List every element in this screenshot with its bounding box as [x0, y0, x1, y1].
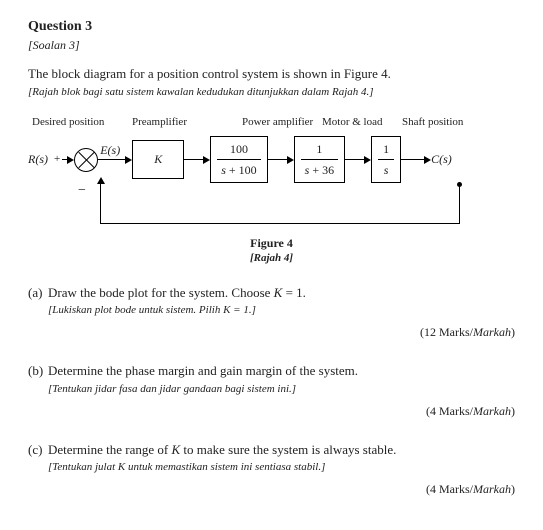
block-diagram: Desired position Preamplifier Power ampl…	[28, 115, 515, 265]
signal-input: R(s)	[28, 151, 48, 167]
signal-plus: +	[54, 152, 60, 167]
power-denominator: s + 100	[217, 161, 260, 178]
part-sub: [Tentukan julat K untuk memastikan siste…	[48, 460, 515, 475]
part-letter: (b)	[28, 362, 43, 380]
marks-end: )	[511, 482, 515, 496]
pickoff-node	[457, 182, 462, 187]
part-letter: (a)	[28, 284, 42, 302]
marks-end: )	[511, 404, 515, 418]
figure-caption-sub: [Rajah 4]	[28, 251, 515, 266]
question-intro-sub: [Rajah blok bagi satu sistem kawalan ked…	[28, 85, 515, 100]
part-sub: [Lukiskan plot bode untuk sistem. Pilih …	[48, 303, 515, 318]
question-parts: (a) Draw the bode plot for the system. C…	[28, 284, 515, 498]
marks-it: Markah	[473, 404, 511, 418]
diagram-labels: Desired position Preamplifier Power ampl…	[32, 115, 515, 130]
part-marks: (4 Marks/Markah)	[48, 481, 515, 497]
block-k-label: K	[154, 152, 162, 166]
part-text: Draw the bode plot for the system. Choos…	[48, 285, 306, 300]
part-text: Determine the range of K to make sure th…	[48, 442, 396, 457]
feedback-line	[100, 223, 460, 224]
part-text: Determine the phase margin and gain marg…	[48, 363, 358, 378]
signal-error: E(s)	[100, 142, 120, 158]
marks-it: Markah	[473, 482, 511, 496]
block-preamplifier: K	[132, 140, 184, 178]
question-intro: The block diagram for a position control…	[28, 65, 515, 83]
signal-minus: −	[78, 182, 86, 201]
arrow-icon	[125, 156, 132, 164]
part-a: (a) Draw the bode plot for the system. C…	[28, 284, 515, 341]
integ-numerator: 1	[378, 141, 394, 159]
signal-output: C(s)	[431, 151, 452, 167]
feedback-path: −	[84, 183, 503, 229]
question-title-sub: [Soalan 3]	[28, 37, 515, 53]
marks-pre: (4 Marks/	[426, 482, 473, 496]
question-title: Question 3	[28, 18, 515, 37]
feedback-line	[459, 183, 460, 223]
figure-caption-main: Figure 4	[250, 236, 293, 250]
arrow-icon	[287, 156, 294, 164]
marks-it: Markah	[473, 325, 511, 339]
label-power: Power amplifier	[242, 115, 322, 130]
arrow-icon	[424, 156, 431, 164]
feedback-line	[100, 183, 101, 223]
marks-pre: (12 Marks/	[420, 325, 473, 339]
part-marks: (4 Marks/Markah)	[48, 403, 515, 419]
label-desired: Desired position	[32, 115, 107, 130]
intro-text: The block diagram for a position control…	[28, 66, 391, 81]
summing-junction	[74, 148, 98, 172]
arrow-icon	[203, 156, 210, 164]
arrow-icon	[364, 156, 371, 164]
label-shaft: Shaft position	[402, 115, 511, 130]
motor-denominator: s + 36	[301, 161, 338, 178]
marks-end: )	[511, 325, 515, 339]
part-b: (b) Determine the phase margin and gain …	[28, 362, 515, 419]
block-motor-load: 1 s + 36	[294, 136, 345, 182]
figure-caption: Figure 4 [Rajah 4]	[28, 235, 515, 266]
block-power-amplifier: 100 s + 100	[210, 136, 267, 182]
label-motor: Motor & load	[322, 115, 402, 130]
block-integrator: 1 s	[371, 136, 401, 182]
part-letter: (c)	[28, 441, 42, 459]
part-c: (c) Determine the range of K to make sur…	[28, 441, 515, 498]
motor-numerator: 1	[301, 141, 338, 159]
integ-denominator: s	[378, 161, 394, 178]
power-numerator: 100	[217, 141, 260, 159]
arrow-icon	[67, 156, 74, 164]
label-preamp: Preamplifier	[132, 115, 242, 130]
part-marks: (12 Marks/Markah)	[48, 324, 515, 340]
marks-pre: (4 Marks/	[426, 404, 473, 418]
part-sub: [Tentukan jidar fasa dan jidar gandaan b…	[48, 382, 515, 397]
